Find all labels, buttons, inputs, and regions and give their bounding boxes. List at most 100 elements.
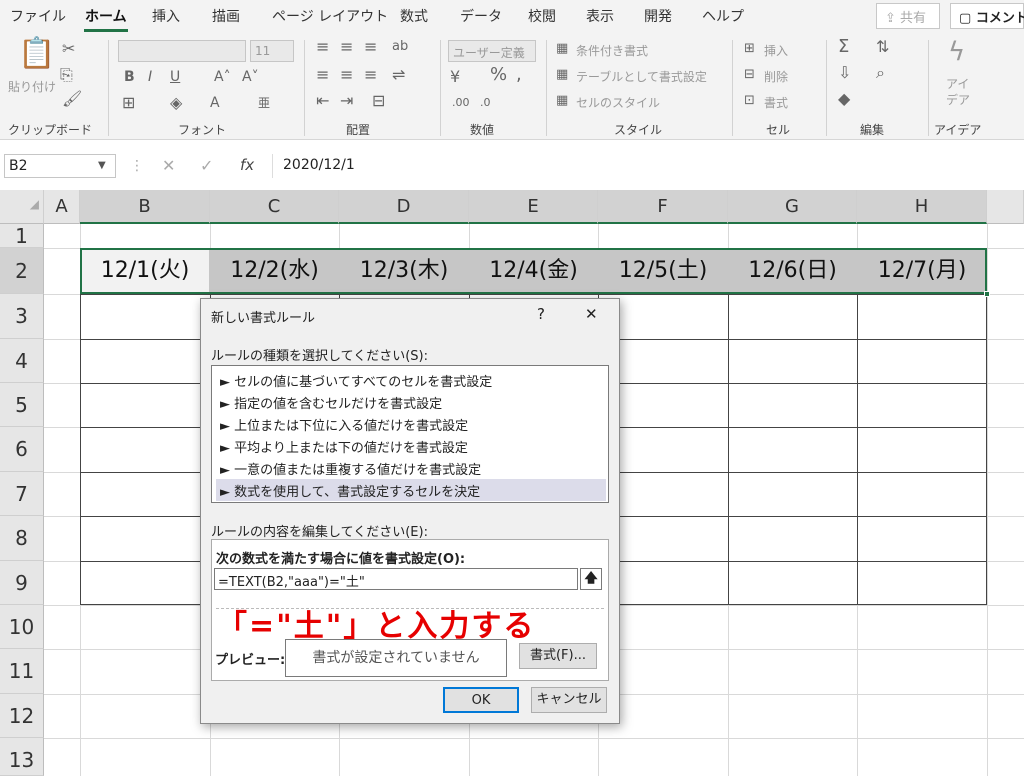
row-header[interactable]: 10 (0, 605, 44, 649)
formula-input[interactable]: 2020/12/1 (272, 154, 1024, 178)
column-header[interactable]: B (80, 190, 210, 224)
ok-button[interactable]: OK (443, 687, 519, 713)
cell-b2[interactable]: 12/1(火) (80, 248, 210, 294)
column-header[interactable]: A (44, 190, 80, 224)
wrap-text-icon[interactable]: ⇌ (392, 66, 405, 84)
align-bottom-icon[interactable]: ≡ (364, 38, 377, 56)
comment-button[interactable]: ▢ コメント (950, 3, 1024, 29)
ideas-button[interactable]: アイ デア (946, 76, 970, 108)
cell-d2[interactable]: 12/3(木) (339, 248, 469, 294)
cell-c2[interactable]: 12/2(水) (210, 248, 339, 294)
comma-icon[interactable]: , (516, 66, 522, 84)
borders-icon[interactable]: ⊞ (122, 94, 135, 112)
list-item[interactable]: ► 上位または下位に入る値だけを書式設定 (216, 413, 606, 435)
row-header[interactable]: 9 (0, 561, 44, 605)
tab-home[interactable]: ホーム (85, 6, 127, 26)
shrink-font-icon[interactable]: A˅ (242, 68, 259, 86)
row-header[interactable]: 3 (0, 294, 44, 339)
tab-data[interactable]: データ (460, 6, 502, 26)
font-color-icon[interactable]: A (210, 94, 220, 112)
row-header[interactable]: 1 (0, 224, 44, 248)
align-right-icon[interactable]: ≡ (364, 66, 377, 84)
decrease-indent-icon[interactable]: ⇤ (316, 92, 329, 110)
name-box-dropdown-icon[interactable]: ▼ (98, 160, 106, 171)
format-as-table-button[interactable]: テーブルとして書式設定 (576, 68, 707, 85)
row-header[interactable]: 11 (0, 649, 44, 694)
cell-h2[interactable]: 12/7(月) (857, 248, 987, 294)
select-all-corner[interactable]: ◢ (0, 190, 44, 224)
row-header[interactable]: 7 (0, 472, 44, 516)
currency-icon[interactable]: ¥ (450, 68, 460, 86)
row-header[interactable]: 6 (0, 427, 44, 472)
italic-icon[interactable]: I (148, 68, 152, 86)
cell-e2[interactable]: 12/4(金) (469, 248, 598, 294)
insert-function-icon[interactable]: fx (240, 156, 254, 174)
cell-f2[interactable]: 12/5(土) (598, 248, 728, 294)
phonetic-icon[interactable]: 亜 (258, 94, 270, 112)
paste-button[interactable]: 貼り付け (8, 78, 56, 95)
collapse-dialog-button[interactable]: 🡅 (580, 568, 602, 590)
cell-styles-button[interactable]: セルのスタイル (576, 94, 660, 111)
percent-icon[interactable]: % (490, 66, 507, 84)
cancel-button[interactable]: キャンセル (531, 687, 607, 713)
list-item[interactable]: ► 一意の値または重複する値だけを書式設定 (216, 457, 606, 479)
confirm-entry-icon[interactable]: ✓ (200, 156, 213, 175)
align-middle-icon[interactable]: ≡ (340, 38, 353, 56)
cell-g2[interactable]: 12/6(日) (728, 248, 857, 294)
insert-cells-button[interactable]: 挿入 (764, 42, 788, 59)
sort-filter-icon[interactable]: ⇅ (876, 38, 889, 56)
share-button[interactable]: ⇪ 共有 (876, 3, 940, 29)
bold-icon[interactable]: B (124, 68, 135, 86)
tab-page-layout[interactable]: ページ レイアウト (272, 6, 388, 26)
rule-type-list[interactable]: ► セルの値に基づいてすべてのセルを書式設定 ► 指定の値を含むセルだけを書式設… (211, 365, 609, 503)
column-header[interactable]: E (469, 190, 598, 224)
column-header[interactable]: C (210, 190, 339, 224)
cancel-entry-icon[interactable]: ✕ (162, 156, 175, 175)
row-header[interactable]: 13 (0, 738, 44, 776)
grow-font-icon[interactable]: A˄ (214, 68, 231, 86)
column-header[interactable]: H (857, 190, 987, 224)
column-header[interactable]: F (598, 190, 728, 224)
close-button[interactable]: ✕ (585, 305, 598, 323)
tab-insert[interactable]: 挿入 (152, 6, 180, 26)
row-header[interactable]: 4 (0, 339, 44, 383)
list-item-selected[interactable]: ► 数式を使用して、書式設定するセルを決定 (216, 479, 606, 501)
help-button[interactable]: ? (537, 305, 545, 323)
font-name-combo[interactable] (118, 40, 246, 62)
list-item[interactable]: ► 平均より上または下の値だけを書式設定 (216, 435, 606, 457)
tab-review[interactable]: 校閲 (528, 6, 556, 26)
column-header[interactable]: G (728, 190, 857, 224)
tab-view[interactable]: 表示 (586, 6, 614, 26)
format-cells-button[interactable]: 書式 (764, 94, 788, 111)
fill-color-icon[interactable]: ◈ (170, 94, 182, 112)
increase-indent-icon[interactable]: ⇥ (340, 92, 353, 110)
row-header[interactable]: 5 (0, 383, 44, 427)
decrease-decimal-icon[interactable]: .0 (480, 94, 491, 112)
merge-center-icon[interactable]: ⊟ (372, 92, 385, 110)
conditional-format-button[interactable]: 条件付き書式 (576, 42, 648, 59)
row-header[interactable]: 8 (0, 516, 44, 561)
align-top-icon[interactable]: ≡ (316, 38, 329, 56)
orientation-icon[interactable]: ab (392, 38, 408, 56)
find-icon[interactable]: ⌕ (876, 64, 885, 82)
format-painter-icon[interactable]: 🖌 (62, 90, 82, 108)
fill-icon[interactable]: ⇩ (838, 64, 851, 82)
row-header[interactable]: 2 (0, 248, 44, 294)
list-item[interactable]: ► セルの値に基づいてすべてのセルを書式設定 (216, 369, 606, 391)
tab-formulas[interactable]: 数式 (400, 6, 428, 26)
copy-icon[interactable]: ⎘ (60, 66, 73, 84)
tab-help[interactable]: ヘルプ (702, 6, 744, 26)
cut-icon[interactable]: ✂ (62, 40, 75, 58)
clear-icon[interactable]: ◆ (838, 90, 850, 108)
align-center-icon[interactable]: ≡ (340, 66, 353, 84)
underline-icon[interactable]: U (170, 68, 180, 86)
font-size-combo[interactable]: 11 (250, 40, 294, 62)
column-header[interactable]: D (339, 190, 469, 224)
row-header[interactable]: 12 (0, 694, 44, 738)
list-item[interactable]: ► 指定の値を含むセルだけを書式設定 (216, 391, 606, 413)
tab-developer[interactable]: 開発 (644, 6, 672, 26)
format-button[interactable]: 書式(F)... (519, 643, 597, 669)
number-format-combo[interactable]: ユーザー定義 (448, 40, 536, 62)
tab-draw[interactable]: 描画 (212, 6, 240, 26)
align-left-icon[interactable]: ≡ (316, 66, 329, 84)
